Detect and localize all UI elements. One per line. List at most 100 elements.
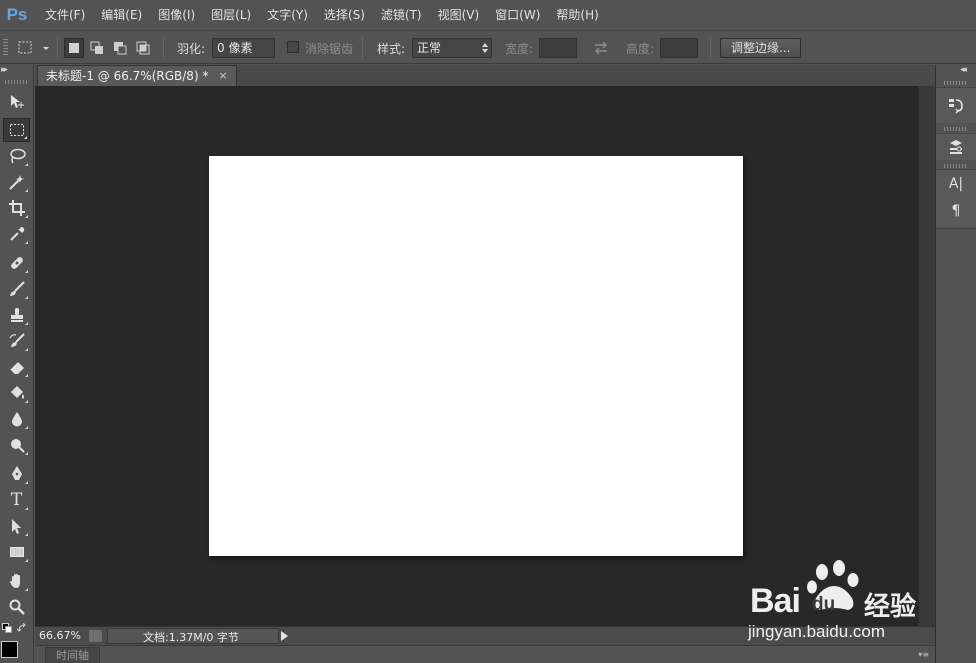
options-bar: 羽化: 0 像素 消除锯齿 样式: 正常 宽度: 高度: 调整边缘... bbox=[0, 30, 976, 64]
healing-brush-tool[interactable] bbox=[3, 251, 30, 275]
dodge-tool[interactable] bbox=[3, 433, 30, 457]
menu-type[interactable]: 文字(Y) bbox=[262, 4, 313, 26]
tools-grip[interactable] bbox=[5, 80, 27, 84]
feather-input[interactable]: 0 像素 bbox=[212, 38, 275, 58]
magic-wand-icon bbox=[8, 175, 24, 190]
vertical-scrollbar[interactable] bbox=[918, 86, 935, 626]
panel-grip-2[interactable] bbox=[944, 127, 968, 131]
panel-empty-area bbox=[936, 228, 976, 663]
blur-tool[interactable] bbox=[3, 407, 30, 431]
panel-menu-icon[interactable]: ▾≡ bbox=[918, 650, 929, 659]
path-selection-tool[interactable] bbox=[3, 514, 30, 538]
status-menu-arrow-icon[interactable] bbox=[281, 631, 288, 641]
path-selection-icon bbox=[11, 519, 21, 534]
refine-edge-button[interactable]: 调整边缘... bbox=[720, 38, 802, 58]
menu-layer[interactable]: 图层(L) bbox=[206, 4, 256, 26]
close-tab-icon[interactable]: × bbox=[218, 66, 227, 86]
crop-tool-icon bbox=[8, 200, 25, 216]
magic-wand-tool[interactable] bbox=[3, 170, 30, 194]
eraser-icon bbox=[9, 362, 24, 375]
timeline-panel-bar: 时间轴 ▾≡ bbox=[35, 645, 935, 663]
hand-icon bbox=[9, 574, 20, 588]
width-label: 宽度: bbox=[505, 42, 534, 56]
menu-edit[interactable]: 编辑(E) bbox=[96, 4, 147, 26]
pen-tool[interactable] bbox=[3, 462, 30, 486]
style-select-value: 正常 bbox=[417, 41, 442, 55]
foreground-color-swatch[interactable] bbox=[1, 641, 18, 658]
document-size-info: 文档:1.37M/0 字节 bbox=[143, 631, 239, 644]
menu-help[interactable]: 帮助(H) bbox=[551, 4, 603, 26]
properties-panel-group bbox=[936, 133, 976, 160]
history-brush-tool[interactable] bbox=[3, 329, 30, 353]
character-panel-button[interactable]: A| bbox=[945, 173, 967, 195]
menu-image[interactable]: 图像(I) bbox=[153, 4, 200, 26]
eyedropper-tool[interactable] bbox=[3, 222, 30, 246]
panel-grip-1[interactable] bbox=[944, 81, 968, 85]
style-select[interactable]: 正常 bbox=[412, 38, 492, 58]
paint-bucket-tool[interactable] bbox=[3, 381, 30, 405]
watermark-brand-du: du bbox=[812, 594, 836, 615]
menu-bar: Ps 文件(F) 编辑(E) 图像(I) 图层(L) 文字(Y) 选择(S) 滤… bbox=[0, 0, 976, 30]
tool-preset-picker[interactable] bbox=[16, 39, 56, 57]
document-tab-title: 未标题-1 @ 66.7%(RGB/8) * bbox=[46, 69, 209, 83]
swap-colors-icon[interactable] bbox=[17, 623, 28, 634]
character-icon: A| bbox=[948, 176, 964, 192]
document-tab[interactable]: 未标题-1 @ 66.7%(RGB/8) * × bbox=[37, 65, 237, 86]
menu-filter[interactable]: 滤镜(T) bbox=[376, 4, 427, 26]
tools-panel: ▸▸ T bbox=[0, 65, 34, 663]
move-tool[interactable] bbox=[3, 90, 30, 114]
intersect-selection-icon bbox=[136, 41, 150, 55]
subtract-selection-button[interactable] bbox=[110, 38, 130, 58]
new-selection-icon bbox=[69, 43, 79, 53]
menu-file[interactable]: 文件(F) bbox=[40, 4, 90, 26]
type-tool-icon: T bbox=[10, 490, 23, 510]
move-tool-icon bbox=[10, 95, 24, 108]
eyedropper-icon bbox=[9, 227, 24, 241]
document-canvas[interactable] bbox=[209, 156, 743, 556]
brush-tool[interactable] bbox=[3, 277, 30, 301]
swap-icon[interactable] bbox=[592, 40, 610, 56]
rectangular-marquee-tool[interactable] bbox=[3, 118, 30, 142]
subtract-selection-icon bbox=[114, 42, 127, 55]
clone-stamp-tool[interactable] bbox=[3, 303, 30, 327]
intersect-selection-button[interactable] bbox=[133, 38, 153, 58]
history-panel-button[interactable] bbox=[945, 94, 967, 116]
type-tool[interactable]: T bbox=[3, 488, 30, 512]
crop-tool[interactable] bbox=[3, 196, 30, 220]
width-input[interactable] bbox=[539, 38, 577, 58]
options-grip[interactable] bbox=[3, 39, 8, 57]
baidu-jingyan-watermark: Bai du 经验 jingyan.baidu.com bbox=[746, 560, 936, 642]
magnifier-icon bbox=[9, 599, 25, 615]
new-selection-button[interactable] bbox=[64, 38, 84, 58]
collapse-tools-icon[interactable]: ▸▸ bbox=[1, 65, 8, 75]
panel-grip-3[interactable] bbox=[944, 164, 968, 168]
history-brush-icon bbox=[8, 333, 25, 347]
dodge-icon bbox=[10, 439, 25, 453]
default-colors-icon[interactable] bbox=[2, 623, 12, 633]
paragraph-panel-button[interactable]: ¶ bbox=[945, 200, 967, 222]
eraser-tool[interactable] bbox=[3, 355, 30, 379]
document-tab-bar: 未标题-1 @ 66.7%(RGB/8) * × bbox=[35, 65, 935, 86]
menu-window[interactable]: 窗口(W) bbox=[490, 4, 545, 26]
bandage-icon bbox=[10, 257, 23, 269]
lasso-tool-icon bbox=[9, 148, 26, 164]
zoom-tool[interactable] bbox=[3, 595, 30, 619]
lasso-tool[interactable] bbox=[3, 144, 30, 168]
marquee-preset-icon bbox=[18, 41, 49, 54]
height-input[interactable] bbox=[660, 38, 698, 58]
watermark-brand-jingyan: 经验 bbox=[864, 592, 917, 622]
right-panel-dock: ◂◂ A| ¶ bbox=[936, 65, 976, 663]
rectangle-shape-tool[interactable] bbox=[3, 540, 30, 564]
antialias-checkbox[interactable] bbox=[287, 41, 299, 53]
menu-view[interactable]: 视图(V) bbox=[433, 4, 485, 26]
properties-panel-button[interactable] bbox=[945, 136, 967, 158]
add-selection-button[interactable] bbox=[87, 38, 107, 58]
hand-tool[interactable] bbox=[3, 569, 30, 593]
timeline-tab[interactable]: 时间轴 bbox=[45, 647, 100, 663]
paint-bucket-icon bbox=[10, 386, 24, 399]
status-info-icon[interactable] bbox=[89, 630, 102, 642]
menu-select[interactable]: 选择(S) bbox=[319, 4, 370, 26]
collapse-panels-icon[interactable]: ◂◂ bbox=[960, 65, 967, 75]
zoom-level[interactable]: 66.67% bbox=[39, 629, 81, 642]
antialias-label: 消除锯齿 bbox=[305, 42, 354, 56]
